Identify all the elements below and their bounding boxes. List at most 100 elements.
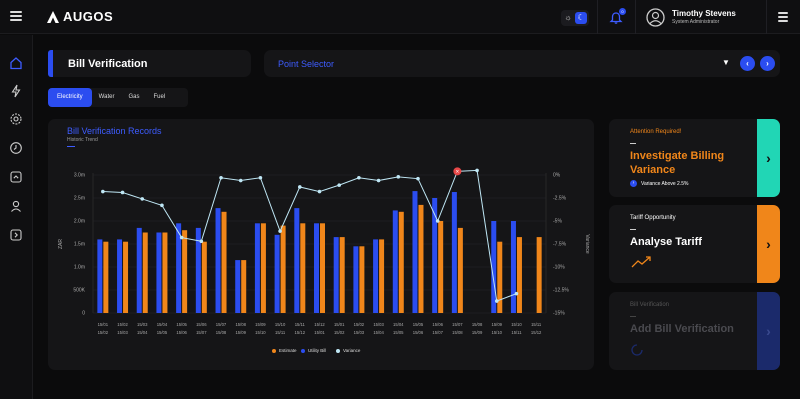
home-icon[interactable] (9, 56, 23, 70)
bar-estimate (182, 230, 188, 313)
bar-estimate (379, 239, 385, 313)
y-tick-label: 3.0m (74, 173, 85, 179)
gear-icon[interactable] (9, 112, 23, 126)
divider (766, 0, 767, 34)
x-tick-label: 15/02 (334, 330, 345, 335)
y2-axis-label: Variance (584, 234, 590, 254)
card-label: Bill Verification (630, 302, 670, 308)
x-tick-label: 15/06 (413, 330, 424, 335)
x-tick-label: 15/12 (314, 322, 325, 327)
theme-toggle[interactable]: ☼ ☾ (561, 10, 589, 26)
title-accent (48, 50, 53, 77)
lightning-icon[interactable] (9, 84, 23, 98)
x-tick-label: 15/07 (196, 330, 207, 335)
bar-utility-bill (373, 239, 379, 313)
bar-utility-bill (97, 239, 103, 313)
x-tick-label: 15/09 (255, 322, 266, 327)
bar-estimate (123, 241, 129, 313)
menu-icon[interactable] (10, 11, 22, 21)
x-tick-label: 15/12 (295, 330, 306, 335)
chevron-right-box-icon[interactable] (9, 228, 23, 242)
y-axis-label: ZAR (58, 239, 64, 249)
variance-point (475, 168, 479, 173)
avatar-icon[interactable] (646, 8, 665, 27)
card-dash (630, 143, 636, 144)
user-name[interactable]: Timothy Stevens (672, 9, 736, 18)
bar-utility-bill (392, 210, 398, 313)
x-tick-label: 15/07 (432, 330, 443, 335)
bar-utility-bill (215, 208, 221, 313)
bar-utility-bill (333, 237, 339, 313)
variance-point (278, 229, 282, 233)
chevron-right-icon[interactable]: › (757, 292, 780, 370)
chevron-right-icon[interactable]: › (757, 119, 780, 197)
y2-tick-label: -7.5% (553, 242, 567, 248)
x-tick-label: 15/08 (472, 322, 483, 327)
variance-point (199, 239, 204, 244)
x-tick-label: 15/02 (98, 330, 109, 335)
bar-utility-bill (117, 239, 123, 313)
bar-estimate (359, 246, 365, 313)
caret-down-icon[interactable]: ▼ (722, 58, 730, 67)
moon-icon[interactable]: ☾ (575, 12, 587, 24)
bar-estimate (536, 237, 542, 313)
point-selector[interactable]: Point Selector ▼ ‹ › (264, 50, 780, 77)
divider (635, 0, 636, 34)
variance-point (140, 197, 145, 201)
x-tick-label: 15/05 (157, 330, 168, 335)
y2-tick-label: -2.5% (553, 196, 567, 202)
y-tick-label: 1.5m (74, 242, 85, 248)
previous-button[interactable]: ‹ (740, 56, 755, 71)
x-tick-label: 15/03 (117, 330, 128, 335)
x-tick-label: 15/12 (531, 330, 542, 335)
y2-tick-label: 0% (553, 173, 561, 179)
tab-gas[interactable]: Gas (121, 88, 146, 107)
x-tick-label: 15/01 (334, 322, 345, 327)
trend-up-icon (631, 256, 651, 268)
card-note-text: Variance Above 2.5% (641, 180, 689, 187)
bar-utility-bill (235, 260, 241, 313)
x-tick-label: 15/01 (98, 322, 109, 327)
x-tick-label: 15/10 (511, 322, 522, 327)
x-tick-label: 15/02 (117, 322, 128, 327)
investigate-billing-card[interactable]: Attention Required! Investigate Billing V… (609, 119, 780, 197)
chevron-right-icon[interactable]: › (757, 205, 780, 283)
x-tick-label: 15/06 (196, 322, 207, 327)
add-bill-verification-card[interactable]: Bill Verification Add Bill Verification … (609, 292, 780, 370)
variance-point (317, 189, 322, 194)
tab-fuel[interactable]: Fuel (146, 88, 172, 107)
notification-badge: 0 (619, 8, 626, 15)
next-button[interactable]: › (760, 56, 775, 71)
logo-icon (47, 10, 59, 23)
variance-point (514, 291, 519, 296)
card-label: Attention Required! (630, 129, 682, 135)
variance-point (179, 235, 184, 240)
page-title: Bill Verification (68, 58, 148, 70)
tab-water[interactable]: Water (92, 88, 122, 107)
variance-point (416, 176, 420, 181)
bar-utility-bill (353, 246, 359, 313)
x-tick-label: 15/03 (137, 322, 148, 327)
x-tick-label: 15/08 (235, 322, 246, 327)
variance-point (160, 203, 164, 208)
chevron-up-box-icon[interactable] (9, 170, 23, 184)
clock-icon[interactable] (9, 141, 23, 155)
bar-utility-bill (294, 208, 300, 313)
variance-point (258, 175, 263, 180)
y2-tick-label: -15% (553, 311, 565, 317)
x-tick-label: 15/02 (354, 322, 365, 327)
x-tick-label: 15/06 (432, 322, 443, 327)
tab-electricity[interactable]: Electricity (48, 88, 92, 107)
options-menu-icon[interactable] (778, 12, 788, 22)
point-selector-label[interactable]: Point Selector (278, 59, 334, 69)
logo-text: AUGOS (63, 9, 114, 24)
analyse-tariff-card[interactable]: Tariff Opportunity Analyse Tariff › (609, 205, 780, 283)
card-label: Tariff Opportunity (630, 215, 676, 221)
x-tick-label: 15/04 (393, 322, 404, 327)
x-tick-label: 15/11 (531, 322, 542, 327)
user-icon[interactable] (9, 199, 23, 213)
variance-point (219, 175, 223, 180)
bar-estimate (162, 232, 168, 313)
sun-icon[interactable]: ☼ (563, 13, 573, 23)
y2-tick-label: -5% (553, 219, 562, 225)
